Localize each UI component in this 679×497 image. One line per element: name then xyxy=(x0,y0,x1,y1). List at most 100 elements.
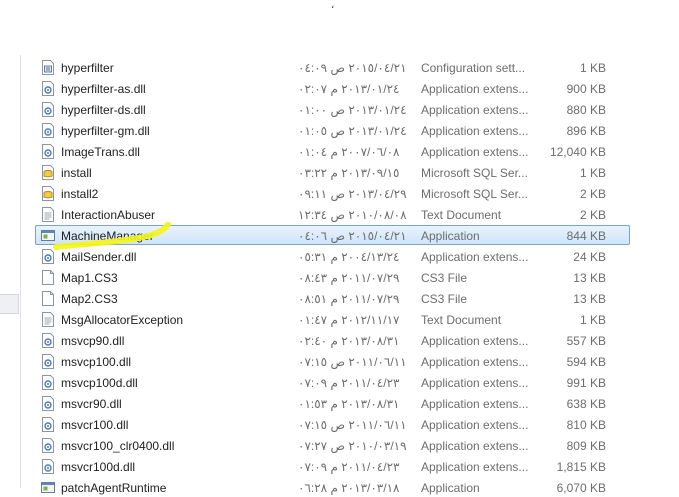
file-row-patchagentruntime[interactable]: patchAgentRuntime ٢٠١٣/٠٣/١٨ م ٠٦:٢٨ App… xyxy=(35,477,630,497)
dll-file-icon xyxy=(42,81,54,96)
file-type: Application extens... xyxy=(421,103,529,117)
file-date-modified: ٢٠١١/٠٤/٢٣ م ٠٧:٠٩ xyxy=(298,460,400,474)
dll-file-icon xyxy=(42,102,54,117)
file-date-modified: ٢٠١٣/٠١/٢٤ ص ٠١:٠٠ xyxy=(298,103,407,117)
file-row-hyperfilter[interactable]: hyperfilter ٢٠١٥/٠٤/٢١ ص ٠٤:٠٩ Configura… xyxy=(35,57,630,77)
file-row-hyperfilter-gm-dll[interactable]: hyperfilter-gm.dll ٢٠١٣/٠١/٢٤ ص ٠١:٠٥ Ap… xyxy=(35,120,630,140)
file-row-msvcr100-dll[interactable]: msvcr100.dll ٢٠١١/٠٦/١١ ص ٠٧:١٥ Applicat… xyxy=(35,414,630,434)
file-row-msvcr100d-dll[interactable]: msvcr100d.dll ٢٠١١/٠٤/٢٣ م ٠٧:٠٩ Applica… xyxy=(35,456,630,476)
file-date-modified: ٢٠١١/٠٧/٢٩ م ٠٨:٤٣ xyxy=(298,271,400,285)
file-type: Application extens... xyxy=(421,418,529,432)
file-name: hyperfilter xyxy=(61,61,114,75)
file-name: msvcr100_clr0400.dll xyxy=(61,439,175,453)
application-icon xyxy=(41,230,55,241)
file-size: 594 KB xyxy=(566,355,606,369)
file-size: 809 KB xyxy=(566,439,606,453)
file-size: 880 KB xyxy=(566,103,606,117)
file-name: msvcr90.dll xyxy=(61,397,122,411)
file-type: Application xyxy=(421,481,480,495)
blank-file-icon xyxy=(42,291,54,306)
file-row-install2[interactable]: install2 ٢٠١٣/٠٤/٢٩ ص ٠٩:١١ Microsoft SQ… xyxy=(35,183,630,203)
file-name: hyperfilter-gm.dll xyxy=(61,124,150,138)
file-row-map1-cs3[interactable]: Map1.CS3 ٢٠١١/٠٧/٢٩ م ٠٨:٤٣ CS3 File 13 … xyxy=(35,267,630,287)
file-date-modified: ٢٠١٥/٠٤/٢١ ص ٠٤:٠٦ xyxy=(298,229,407,243)
file-date-modified: ٢٠١٣/٠٤/٢٩ ص ٠٩:١١ xyxy=(298,187,407,201)
file-size: 900 KB xyxy=(566,82,606,96)
file-name: MsgAllocatorException xyxy=(61,313,184,327)
file-type: Application extens... xyxy=(421,460,529,474)
file-name: ImageTrans.dll xyxy=(61,145,140,159)
file-name: msvcp90.dll xyxy=(61,334,125,348)
file-name: hyperfilter-ds.dll xyxy=(61,103,146,117)
file-row-msvcp90-dll[interactable]: msvcp90.dll ٢٠١٣/٠٨/٣١ م ٠٢:٤٠ Applicati… xyxy=(35,330,630,350)
file-size: 1 KB xyxy=(579,313,606,327)
dll-file-icon xyxy=(42,417,54,432)
file-size: 2 KB xyxy=(579,187,606,201)
file-size: 844 KB xyxy=(566,229,606,243)
file-row-msvcp100d-dll[interactable]: msvcp100d.dll ٢٠١١/٠٤/٢٣ م ٠٧:٠٩ Applica… xyxy=(35,372,630,392)
sql-file-icon xyxy=(42,165,54,180)
file-name: install2 xyxy=(61,187,99,201)
file-row-msvcp100-dll[interactable]: msvcp100.dll ٢٠١١/٠٦/١١ ص ٠٧:١٥ Applicat… xyxy=(35,351,630,371)
file-size: 13 KB xyxy=(573,271,606,285)
file-date-modified: ٢٠١١/٠٦/١١ ص ٠٧:١٥ xyxy=(298,355,407,369)
file-list[interactable]: hyperfilter ٢٠١٥/٠٤/٢١ ص ٠٤:٠٩ Configura… xyxy=(21,57,679,495)
file-date-modified: ٢٠١٢/١١/١٧ م ٠١:٤٧ xyxy=(298,313,400,327)
file-row-imagetrans-dll[interactable]: ImageTrans.dll ٢٠٠٧/٠٦/٠٨ م ٠١:٠٤ Applic… xyxy=(35,141,630,161)
file-row-msvcr90-dll[interactable]: msvcr90.dll ٢٠١٣/٠٨/٣١ م ٠١:٥٣ Applicati… xyxy=(35,393,630,413)
file-size: 1 KB xyxy=(579,61,606,75)
file-date-modified: ٢٠٠٧/٠٦/٠٨ م ٠١:٠٤ xyxy=(298,145,400,159)
text-file-icon xyxy=(42,312,54,327)
blank-file-icon xyxy=(42,270,54,285)
file-size: 2 KB xyxy=(579,208,606,222)
file-date-modified: ٢٠١٥/٠٤/٢١ ص ٠٤:٠٩ xyxy=(298,61,407,75)
file-type: CS3 File xyxy=(421,271,468,285)
file-type: Application extens... xyxy=(421,334,529,348)
file-row-msvcr100-clr0400-dll[interactable]: msvcr100_clr0400.dll ٢٠١٠/٠٣/١٩ ص ٠٧:٢٧ … xyxy=(35,435,630,455)
file-type: Application extens... xyxy=(421,439,529,453)
file-type: Microsoft SQL Ser... xyxy=(421,166,528,180)
file-name: Map2.CS3 xyxy=(61,292,118,306)
file-type: Text Document xyxy=(421,313,502,327)
file-row-mailsender-dll[interactable]: MailSender.dll ٢٠٠٤/١٣/٢٤ م ٠٥:٣١ Applic… xyxy=(35,246,630,266)
file-name: Map1.CS3 xyxy=(61,271,118,285)
top-mark: ، xyxy=(331,0,335,11)
file-name: MachineManager xyxy=(61,229,154,243)
file-size: 13 KB xyxy=(573,292,606,306)
file-type: Microsoft SQL Ser... xyxy=(421,187,528,201)
file-size: 810 KB xyxy=(566,418,606,432)
file-name: MailSender.dll xyxy=(61,250,137,264)
dll-file-icon xyxy=(42,354,54,369)
file-size: 24 KB xyxy=(573,250,606,264)
file-row-hyperfilter-ds-dll[interactable]: hyperfilter-ds.dll ٢٠١٣/٠١/٢٤ ص ٠١:٠٠ Ap… xyxy=(35,99,630,119)
file-row-interactionabuser[interactable]: InteractionAbuser ٢٠١٠/٠٨/٠٨ ص ١٢:٣٤ Tex… xyxy=(35,204,630,224)
file-row-install[interactable]: install ٢٠١٣/٠٩/١٥ م ٠٣:٢٢ Microsoft SQL… xyxy=(35,162,630,182)
file-date-modified: ٢٠١٠/٠٨/٠٨ ص ١٢:٣٤ xyxy=(298,208,407,222)
navigation-pane-scroll-tab[interactable] xyxy=(0,294,19,314)
navigation-pane[interactable] xyxy=(0,55,21,488)
file-size: 6,070 KB xyxy=(556,481,606,495)
file-row-map2-cs3[interactable]: Map2.CS3 ٢٠١١/٠٧/٢٩ م ٠٨:٥١ CS3 File 13 … xyxy=(35,288,630,308)
file-type: Text Document xyxy=(421,208,502,222)
file-type: Application extens... xyxy=(421,124,529,138)
file-name: InteractionAbuser xyxy=(61,208,156,222)
file-name: patchAgentRuntime xyxy=(61,481,167,495)
file-size: 991 KB xyxy=(566,376,606,390)
file-size: 557 KB xyxy=(566,334,606,348)
dll-file-icon xyxy=(42,333,54,348)
file-name: hyperfilter-as.dll xyxy=(61,82,146,96)
file-date-modified: ٢٠١٣/٠٣/١٨ م ٠٦:٢٨ xyxy=(298,481,400,495)
file-size: 1 KB xyxy=(579,166,606,180)
file-type: Application xyxy=(421,229,480,243)
file-date-modified: ٢٠١٠/٠٣/١٩ ص ٠٧:٢٧ xyxy=(298,439,407,453)
file-type: Application extens... xyxy=(421,82,529,96)
file-name: msvcr100d.dll xyxy=(61,460,136,474)
dll-file-icon xyxy=(42,249,54,264)
file-date-modified: ٢٠١٣/٠٩/١٥ م ٠٣:٢٢ xyxy=(298,166,400,180)
text-file-icon xyxy=(42,207,54,222)
file-row-msgallocatorexception[interactable]: MsgAllocatorException ٢٠١٢/١١/١٧ م ٠١:٤٧… xyxy=(35,309,630,329)
file-date-modified: ٢٠١٣/٠٨/٣١ م ٠١:٥٣ xyxy=(298,397,400,411)
file-row-machinemanager[interactable]: MachineManager ٢٠١٥/٠٤/٢١ ص ٠٤:٠٦ Applic… xyxy=(35,225,630,245)
file-row-hyperfilter-as-dll[interactable]: hyperfilter-as.dll ٢٠١٣/٠١/٢٤ م ٠٢:٠٧ Ap… xyxy=(35,78,630,98)
file-type: CS3 File xyxy=(421,292,468,306)
